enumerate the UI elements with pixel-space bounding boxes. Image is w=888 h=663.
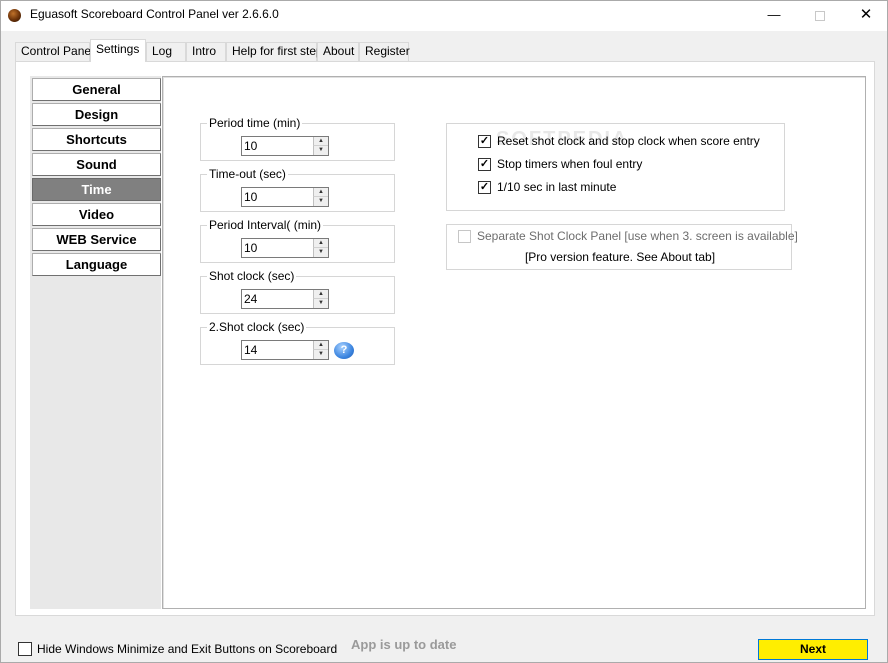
tab-settings[interactable]: Settings [90,39,146,62]
hide-buttons-checkbox[interactable] [18,642,32,656]
period-interval-value[interactable]: 10 [244,241,257,255]
spin-down-icon[interactable]: ▼ [313,248,328,257]
tab-log[interactable]: Log [146,42,186,61]
shot-clock-2-stepper[interactable]: 14 ▲ ▼ [241,340,329,360]
spin-down-icon[interactable]: ▼ [313,146,328,155]
sidebar-item-shortcuts[interactable]: Shortcuts [32,128,161,151]
shot-clock-2-label: 2.Shot clock (sec) [207,320,307,334]
sidebar-item-web-service[interactable]: WEB Service [32,228,161,251]
tab-intro[interactable]: Intro [186,42,226,61]
tenth-sec-label[interactable]: 1/10 sec in last minute [497,180,616,194]
title-bar: Eguasoft Scoreboard Control Panel ver 2.… [1,1,887,31]
shot-clock-value[interactable]: 24 [244,292,257,306]
sidebar-item-language[interactable]: Language [32,253,161,276]
period-interval-label: Period Interval( (min) [207,218,324,232]
spin-up-icon[interactable]: ▲ [313,188,328,197]
stop-timers-foul-checkbox[interactable]: ✓ [478,158,491,171]
pro-feature-group: Separate Shot Clock Panel [use when 3. s… [446,224,798,270]
update-status-text: App is up to date [351,637,457,652]
pro-version-note: [Pro version feature. See About tab] [524,250,716,264]
spin-down-icon[interactable]: ▼ [313,299,328,308]
sidebar-item-time[interactable]: Time [32,178,161,201]
sidebar-item-general[interactable]: General [32,78,161,101]
stop-timers-foul-label[interactable]: Stop timers when foul entry [497,157,642,171]
spin-up-icon[interactable]: ▲ [313,290,328,299]
spin-up-icon[interactable]: ▲ [313,137,328,146]
maximize-button[interactable] [797,1,843,31]
app-logo-icon [8,9,21,22]
sidebar-item-sound[interactable]: Sound [32,153,161,176]
next-button[interactable]: Next [758,639,868,660]
shot-clock-group: Shot clock (sec) 24 ▲ ▼ [200,269,395,314]
clock-options-group: SOFTPEDIA ✓ Reset shot clock and stop cl… [446,123,785,211]
separate-shot-clock-label: Separate Shot Clock Panel [use when 3. s… [477,229,798,243]
app-window: Eguasoft Scoreboard Control Panel ver 2.… [0,0,888,663]
spin-up-icon[interactable]: ▲ [313,239,328,248]
maximize-icon [815,11,825,21]
shot-clock-label: Shot clock (sec) [207,269,297,283]
period-time-value[interactable]: 10 [244,139,257,153]
period-time-stepper[interactable]: 10 ▲ ▼ [241,136,329,156]
shot-clock-2-value[interactable]: 14 [244,343,257,357]
time-out-group: Time-out (sec) 10 ▲ ▼ [200,167,395,212]
tab-register[interactable]: Register [359,42,410,61]
reset-shot-clock-label[interactable]: Reset shot clock and stop clock when sco… [497,134,760,148]
spin-down-icon[interactable]: ▼ [313,350,328,359]
tab-control-panel[interactable]: Control Panel [15,42,94,61]
hide-buttons-label[interactable]: Hide Windows Minimize and Exit Buttons o… [37,642,337,656]
separate-shot-clock-checkbox [458,230,471,243]
window-title: Eguasoft Scoreboard Control Panel ver 2.… [30,7,279,21]
time-out-value[interactable]: 10 [244,190,257,204]
spin-down-icon[interactable]: ▼ [313,197,328,206]
shot-clock-2-group: 2.Shot clock (sec) 14 ▲ ▼ ? [200,320,395,365]
period-interval-stepper[interactable]: 10 ▲ ▼ [241,238,329,258]
period-time-group: Period time (min) 10 ▲ ▼ [200,116,395,161]
help-icon[interactable]: ? [334,342,354,359]
time-out-stepper[interactable]: 10 ▲ ▼ [241,187,329,207]
shot-clock-stepper[interactable]: 24 ▲ ▼ [241,289,329,309]
sidebar-item-design[interactable]: Design [32,103,161,126]
spin-up-icon[interactable]: ▲ [313,341,328,350]
tenth-sec-checkbox[interactable]: ✓ [478,181,491,194]
tab-help-first-step[interactable]: Help for first step [226,42,323,61]
sidebar-item-video[interactable]: Video [32,203,161,226]
close-button[interactable]: ✕ [843,1,888,31]
time-out-label: Time-out (sec) [207,167,288,181]
period-time-label: Period time (min) [207,116,303,130]
minimize-button[interactable]: — [751,1,797,31]
period-interval-group: Period Interval( (min) 10 ▲ ▼ [200,218,395,263]
reset-shot-clock-checkbox[interactable]: ✓ [478,135,491,148]
tab-about[interactable]: About [317,42,359,61]
